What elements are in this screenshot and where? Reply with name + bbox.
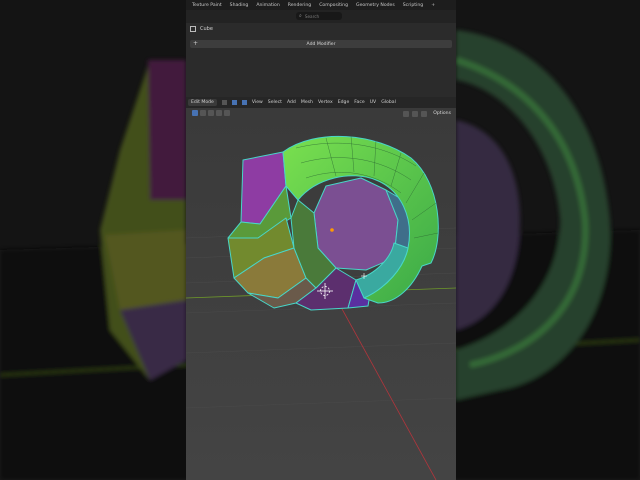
add-modifier-button[interactable]: + Add Modifier: [190, 40, 452, 48]
object-name: Cube: [200, 26, 213, 32]
vertex-select-icon[interactable]: [221, 100, 227, 105]
menu-vertex[interactable]: Vertex: [318, 100, 333, 105]
menu-uv[interactable]: UV: [370, 100, 377, 105]
viewport-header: Edit Mode View Select Add Mesh Vertex Ed…: [186, 97, 456, 108]
menu-view[interactable]: View: [252, 100, 263, 105]
plus-icon: +: [193, 40, 199, 47]
properties-search-bar: ⌕ Search: [186, 10, 456, 23]
proportional-edit-icon[interactable]: [412, 110, 419, 117]
menu-add[interactable]: Add: [287, 100, 296, 105]
tab-scripting[interactable]: Scripting: [403, 3, 423, 8]
face-select-icon[interactable]: [241, 100, 247, 105]
tab-rendering[interactable]: Rendering: [288, 3, 311, 8]
options-dropdown[interactable]: Options: [430, 110, 454, 117]
tab-shading[interactable]: Shading: [230, 3, 249, 8]
overlay-icon[interactable]: [421, 110, 428, 117]
select-intersect-icon[interactable]: [224, 110, 230, 116]
mode-selector[interactable]: Edit Mode: [188, 99, 217, 106]
menu-mesh[interactable]: Mesh: [301, 100, 313, 105]
tab-texture-paint[interactable]: Texture Paint: [192, 3, 222, 8]
add-workspace-button[interactable]: +: [431, 3, 435, 8]
tab-animation[interactable]: Animation: [256, 3, 279, 8]
tab-compositing[interactable]: Compositing: [319, 3, 348, 8]
search-placeholder: Search: [304, 13, 320, 19]
3d-viewport[interactable]: Options: [186, 108, 456, 480]
select-extend-icon[interactable]: [200, 110, 206, 116]
search-icon: ⌕: [299, 13, 302, 19]
select-box-icon[interactable]: [192, 110, 198, 116]
menu-select[interactable]: Select: [268, 100, 282, 105]
object-origin: [330, 228, 334, 232]
transform-orientation-dropdown[interactable]: Global: [381, 100, 396, 105]
tab-geometry-nodes[interactable]: Geometry Nodes: [356, 3, 395, 8]
blender-window: Texture Paint Shading Animation Renderin…: [186, 0, 456, 480]
selected-face-center: [313, 177, 399, 271]
snap-icon[interactable]: [403, 110, 410, 117]
mesh-scene: [186, 108, 456, 480]
menu-face[interactable]: Face: [354, 100, 364, 105]
viewport-right-controls: Options: [403, 110, 454, 117]
edge-select-icon[interactable]: [231, 100, 237, 105]
search-input[interactable]: ⌕ Search: [296, 12, 342, 20]
select-tool-buttons: [192, 110, 230, 116]
add-modifier-label: Add Modifier: [306, 41, 336, 47]
object-name-row: Cube: [190, 26, 213, 32]
select-invert-icon[interactable]: [216, 110, 222, 116]
select-subtract-icon[interactable]: [208, 110, 214, 116]
mesh-object: [227, 135, 439, 311]
cube-icon: [190, 26, 196, 32]
workspace-tab-bar: Texture Paint Shading Animation Renderin…: [186, 0, 456, 10]
menu-edge[interactable]: Edge: [338, 100, 350, 105]
modifier-properties-panel: Cube + Add Modifier: [186, 23, 456, 97]
